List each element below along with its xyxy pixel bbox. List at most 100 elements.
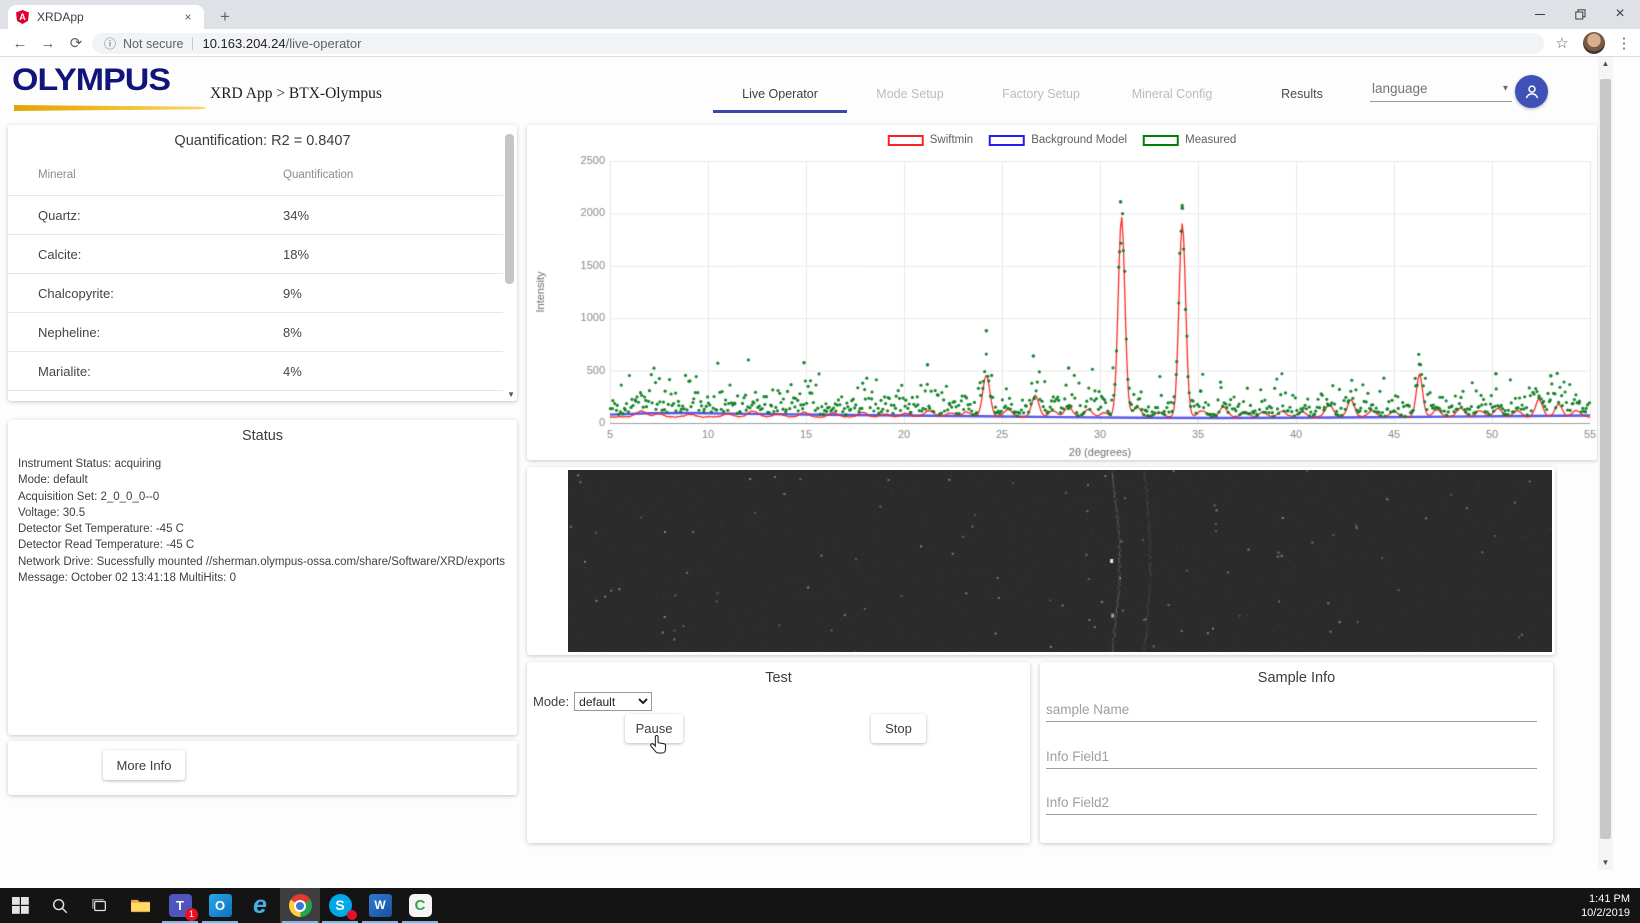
legend-swatch-icon xyxy=(989,134,1026,146)
more-info-panel: More Info xyxy=(8,741,517,795)
angular-favicon-icon: A xyxy=(16,10,29,24)
taskbar-button-camtasia[interactable]: C xyxy=(400,888,440,923)
window-controls: × xyxy=(1520,0,1640,28)
page-scrollbar-thumb[interactable] xyxy=(1600,79,1611,839)
mineral-row: Nepheline: 8% xyxy=(8,312,503,351)
browser-tab[interactable]: A XRDApp × xyxy=(8,5,204,29)
bookmark-star-icon[interactable]: ☆ xyxy=(1548,29,1576,57)
taskbar-icons: T1 Oe SWC xyxy=(0,888,440,923)
scroll-down-icon[interactable]: ▼ xyxy=(507,390,515,399)
page-scrollbar[interactable]: ▲ ▼ xyxy=(1598,57,1613,870)
legend-swatch-icon xyxy=(1143,134,1180,146)
tab-close-icon[interactable]: × xyxy=(180,10,196,24)
scroll-up-icon[interactable]: ▲ xyxy=(1598,57,1613,71)
nav-tab-results[interactable]: Results xyxy=(1258,75,1346,113)
column-mineral: Mineral xyxy=(38,169,76,181)
quantification-table: Quartz: 34% Calcite: 18% Chalcopyrite: 9% Neph… xyxy=(8,195,503,400)
internet-explorer-icon: e xyxy=(253,891,267,919)
status-line: Acquisition Set: 2_0_0_0--0 xyxy=(18,490,160,503)
mode-label: Mode: xyxy=(533,694,570,709)
taskbar-button-task-view[interactable] xyxy=(80,888,120,923)
mineral-row: Calcite: 18% xyxy=(8,234,503,273)
taskbar-clock[interactable]: 1:41 PM 10/2/2019 xyxy=(1581,892,1630,920)
status-line: Network Drive: Sucessfully mounted //she… xyxy=(18,555,506,568)
legend-swatch-icon xyxy=(887,134,924,146)
taskbar-button-start[interactable] xyxy=(0,888,40,923)
browser-tab-strip: A XRDApp × + × xyxy=(0,0,1640,29)
refresh-button[interactable]: ⟳ xyxy=(62,29,90,57)
table-row-partial xyxy=(8,390,503,400)
xrd-app-page: OLYMPUS XRD App > BTX-Olympus Live Opera… xyxy=(0,57,1640,888)
address-bar[interactable]: ⓘ Not secure 10.163.204.24 /live-operato… xyxy=(92,33,1544,54)
stop-button[interactable]: Stop xyxy=(871,714,926,743)
status-line: Voltage: 30.5 xyxy=(18,506,86,519)
nav-tab-mode-setup: Mode Setup xyxy=(876,87,944,101)
status-title: Status xyxy=(241,428,284,444)
person-icon xyxy=(1525,84,1538,98)
taskbar-button-internet-explorer[interactable]: e xyxy=(240,888,280,923)
taskbar-button-chrome[interactable] xyxy=(280,888,320,923)
taskbar-button-search[interactable] xyxy=(40,888,80,923)
user-account-button[interactable] xyxy=(1515,75,1548,108)
window-minimize-button[interactable] xyxy=(1520,0,1560,28)
back-button[interactable]: ← xyxy=(6,29,34,57)
info-icon[interactable]: ⓘ xyxy=(104,35,116,52)
mouse-hand-cursor xyxy=(650,734,667,754)
info-field1-input[interactable] xyxy=(1046,745,1537,769)
taskbar-button-skype[interactable]: S xyxy=(320,888,360,923)
mineral-quantification-value: 4% xyxy=(283,364,302,379)
mineral-name: Chalcopyrite: xyxy=(38,286,114,301)
xrd-chart-canvas xyxy=(527,125,1597,460)
mineral-quantification-value: 8% xyxy=(283,325,302,340)
status-line: Detector Set Temperature: -45 C xyxy=(18,523,184,536)
clock-date: 10/2/2019 xyxy=(1581,907,1630,919)
mineral-row: Chalcopyrite: 9% xyxy=(8,273,503,312)
taskbar-button-word[interactable]: W xyxy=(360,888,400,923)
task-view-icon xyxy=(92,898,106,911)
search-icon xyxy=(52,898,68,913)
taskbar-button-outlook[interactable]: O xyxy=(200,888,240,923)
scroll-down-icon[interactable]: ▼ xyxy=(1598,856,1613,870)
browser-toolbar: ← → ⟳ ⓘ Not secure 10.163.204.24 /live-o… xyxy=(0,29,1640,57)
mineral-name: Nepheline: xyxy=(38,325,101,340)
diffraction-chart-panel: Swiftmin Background Model Measured xyxy=(527,125,1597,460)
taskbar-button-file-explorer[interactable] xyxy=(120,888,160,923)
nav-tab-mineral-config: Mineral Config xyxy=(1131,87,1213,101)
url-path: /live-operator xyxy=(285,36,362,51)
nav-tab-live-operator[interactable]: Live Operator xyxy=(713,75,847,113)
quantification-scrollbar-thumb[interactable] xyxy=(505,134,514,284)
window-restore-button[interactable] xyxy=(1560,0,1600,28)
olympus-logo-swoosh xyxy=(14,105,206,111)
mineral-name: Marialite: xyxy=(38,364,91,379)
browser-profile-avatar[interactable] xyxy=(1580,29,1608,57)
nav-tab-factory-setup: Factory Setup xyxy=(1002,87,1080,101)
mineral-quantification-value: 18% xyxy=(283,247,310,262)
quantification-title: Quantification: R2 = 0.8407 xyxy=(174,133,351,149)
mode-select[interactable]: default xyxy=(574,692,653,711)
quantification-panel: Quantification: R2 = 0.8407 Mineral Quan… xyxy=(8,125,517,401)
info-field2-input[interactable] xyxy=(1046,791,1537,815)
column-quantification: Quantification xyxy=(283,169,354,181)
status-dot xyxy=(347,910,357,920)
browser-menu-kebab-icon[interactable]: ⋮ xyxy=(1610,29,1638,57)
taskbar-button-teams[interactable]: T1 xyxy=(160,888,200,923)
windows-logo-icon xyxy=(11,897,29,914)
sample-info-title: Sample Info xyxy=(1257,670,1336,686)
status-line: Detector Read Temperature: -45 C xyxy=(18,539,195,552)
new-tab-button[interactable]: + xyxy=(212,5,238,29)
forward-button[interactable]: → xyxy=(34,29,62,57)
security-label: Not secure xyxy=(123,36,184,51)
mineral-name: Calcite: xyxy=(38,247,82,262)
test-panel: Test Mode: default Pause Stop xyxy=(527,662,1030,843)
sample-info-panel: Sample Info xyxy=(1040,662,1553,843)
language-select-label: language xyxy=(1372,80,1428,96)
legend-label: Swiftmin xyxy=(929,134,974,146)
omnibox-divider xyxy=(192,37,194,50)
more-info-button[interactable]: More Info xyxy=(103,750,185,780)
language-select[interactable]: language ▾ xyxy=(1370,75,1512,102)
camtasia-icon: C xyxy=(408,894,432,917)
window-close-button[interactable]: × xyxy=(1600,0,1640,28)
notification-badge: 1 xyxy=(185,908,198,921)
tab-title: XRDApp xyxy=(37,10,84,24)
sample-name-input[interactable] xyxy=(1046,698,1537,722)
